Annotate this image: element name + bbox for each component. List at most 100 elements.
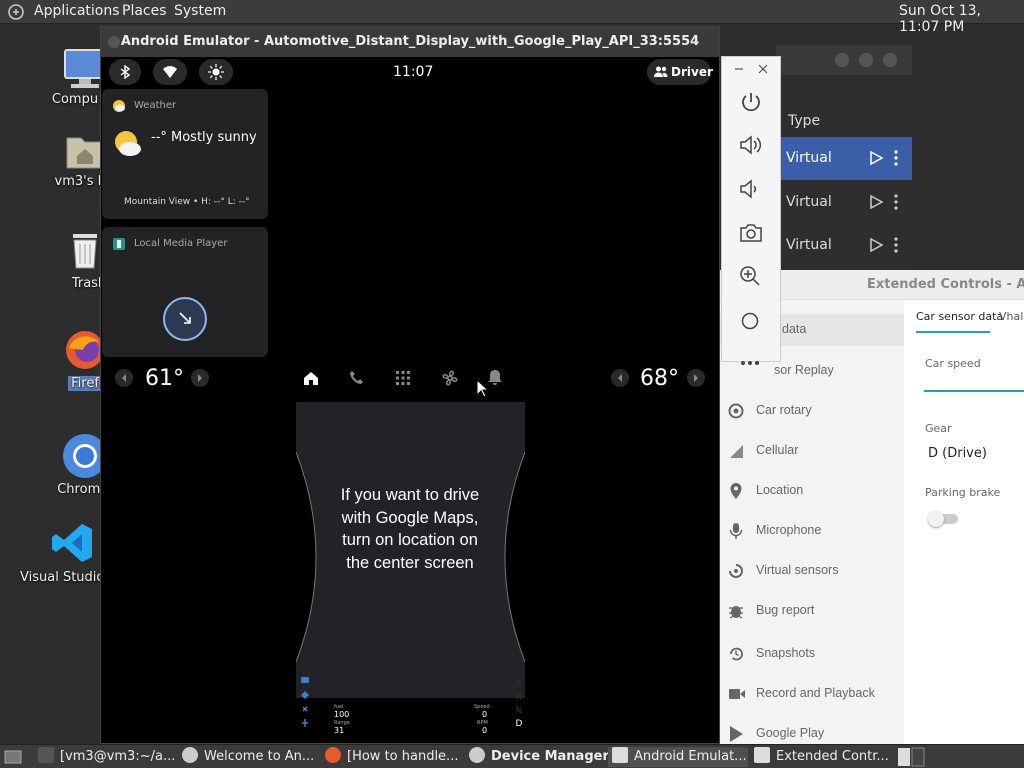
weather-card[interactable]: Weather --° Mostly sunny Mountain View •… bbox=[102, 89, 268, 219]
cellular-icon bbox=[730, 445, 743, 458]
home-circle-icon[interactable] bbox=[741, 312, 759, 330]
more-horiz-icon[interactable] bbox=[740, 360, 760, 366]
device-type-cell: Virtual bbox=[786, 194, 832, 210]
menu-system[interactable]: System bbox=[174, 3, 226, 19]
menu-applications[interactable]: Applications bbox=[34, 3, 120, 19]
tab-vhal[interactable]: Vhal p bbox=[999, 310, 1024, 323]
weather-location: Mountain View • H: --° L: --° bbox=[124, 197, 250, 207]
apps-grid-icon[interactable] bbox=[395, 370, 411, 386]
temp-decrease-right-icon[interactable] bbox=[611, 369, 629, 387]
nav-item-record-playback[interactable]: Record and Playback bbox=[720, 679, 904, 709]
task-android-emulator[interactable]: Android Emulat... bbox=[608, 747, 748, 767]
nav-item-cellular[interactable]: Cellular bbox=[720, 436, 904, 466]
car-speed-label: Car speed bbox=[925, 357, 981, 370]
device-row[interactable]: Virtual bbox=[776, 181, 912, 224]
nav-item-snapshots[interactable]: Snapshots bbox=[720, 639, 904, 669]
play-store-icon bbox=[730, 726, 743, 742]
people-icon bbox=[654, 66, 668, 77]
more-vert-icon[interactable] bbox=[892, 236, 900, 254]
history-icon bbox=[730, 647, 743, 661]
bluetooth-button[interactable] bbox=[109, 59, 141, 85]
device-row-selected[interactable]: Virtual bbox=[776, 137, 912, 180]
rotation-icon bbox=[729, 564, 743, 578]
media-header: Local Media Player bbox=[134, 238, 228, 249]
device-type-cell: Virtual bbox=[786, 237, 832, 253]
gear-indicator: P R N D bbox=[514, 679, 524, 731]
media-app-icon bbox=[113, 238, 125, 250]
device-row[interactable]: Virtual bbox=[776, 224, 912, 267]
nav-item-microphone[interactable]: Microphone bbox=[720, 516, 904, 546]
active-tab-indicator bbox=[916, 331, 990, 333]
toggle-thumb bbox=[928, 511, 944, 527]
temp-increase-right-icon[interactable] bbox=[687, 369, 705, 387]
mouse-cursor-icon bbox=[476, 379, 490, 398]
close-icon[interactable] bbox=[758, 64, 768, 74]
top-clock[interactable]: Sun Oct 13, 11:07 PM bbox=[899, 3, 1024, 35]
more-vert-icon[interactable] bbox=[892, 149, 900, 167]
parking-brake-toggle[interactable] bbox=[928, 511, 958, 527]
brightness-icon bbox=[208, 64, 224, 80]
app-menu-icon[interactable] bbox=[8, 4, 24, 20]
emulator-window: Android Emulator - Automotive_Distant_Di… bbox=[100, 26, 720, 744]
volume-down-icon[interactable] bbox=[739, 179, 763, 199]
emulator-title: Android Emulator - Automotive_Distant_Di… bbox=[120, 34, 700, 49]
android-studio-icon bbox=[469, 747, 485, 763]
rpm-value: 0 bbox=[482, 726, 488, 735]
partly-sunny-icon bbox=[115, 131, 141, 156]
task-extended-controls[interactable]: Extended Contr... bbox=[754, 747, 889, 767]
camera-icon[interactable] bbox=[739, 223, 763, 243]
play-icon[interactable] bbox=[868, 150, 884, 166]
driver-profile-button[interactable]: Driver bbox=[647, 59, 713, 85]
home-icon[interactable] bbox=[302, 369, 320, 387]
media-play-button[interactable] bbox=[163, 297, 207, 341]
task-terminal[interactable]: [vm3@vm3:~/a... bbox=[38, 747, 175, 767]
task-firefox[interactable]: [How to handle... bbox=[325, 747, 458, 767]
show-desktop-icon[interactable] bbox=[4, 748, 22, 766]
instrument-cluster: fuel 100 Range 31 Speed 0 RPM 0 P R N D bbox=[296, 673, 525, 743]
nav-item-label: Bug report bbox=[756, 603, 815, 617]
window-controls-icon[interactable] bbox=[834, 52, 906, 68]
extended-controls-title: Extended Controls - Autom bbox=[867, 277, 1024, 292]
play-icon[interactable] bbox=[868, 237, 884, 253]
device-manager-titlebar bbox=[776, 45, 912, 75]
emulator-icon bbox=[754, 747, 770, 763]
task-welcome[interactable]: Welcome to An... bbox=[182, 747, 314, 767]
nav-item-virtual-sensors[interactable]: Virtual sensors bbox=[720, 556, 904, 586]
minimize-icon[interactable] bbox=[734, 64, 744, 74]
extended-controls-content: Car sensor data Vhal p Car speed Gear D … bbox=[904, 300, 1024, 744]
gear-select[interactable]: D (Drive) bbox=[928, 446, 987, 461]
car-speed-input[interactable] bbox=[924, 390, 1024, 392]
task-label: Device Manager bbox=[491, 749, 609, 764]
wifi-button[interactable] bbox=[153, 59, 187, 85]
nav-item-location[interactable]: Location bbox=[720, 476, 904, 506]
emulator-titlebar: Android Emulator - Automotive_Distant_Di… bbox=[101, 27, 719, 57]
media-card[interactable]: Local Media Player bbox=[102, 227, 268, 357]
temp-decrease-left-icon[interactable] bbox=[115, 369, 133, 387]
phone-icon[interactable] bbox=[348, 369, 366, 387]
window-close-icon[interactable] bbox=[107, 35, 121, 49]
play-icon[interactable] bbox=[868, 194, 884, 210]
tab-car-sensor-data[interactable]: Car sensor data bbox=[916, 310, 1003, 323]
more-vert-icon[interactable] bbox=[892, 193, 900, 211]
zoom-icon[interactable] bbox=[739, 265, 761, 287]
task-label: [How to handle... bbox=[347, 749, 459, 764]
type-column-header[interactable]: Type bbox=[776, 113, 912, 135]
fan-icon[interactable] bbox=[441, 369, 459, 387]
maps-panel[interactable]: If you want to drive with Google Maps, t… bbox=[296, 402, 525, 698]
task-label: Extended Contr... bbox=[776, 749, 889, 764]
task-device-manager[interactable]: Device Manager bbox=[469, 747, 609, 767]
temp-left[interactable]: 61° bbox=[145, 366, 184, 391]
status-time: 11:07 bbox=[393, 64, 434, 80]
pointer-icon bbox=[179, 312, 191, 324]
nav-item-bug-report[interactable]: Bug report bbox=[720, 596, 904, 626]
menu-places[interactable]: Places bbox=[122, 3, 167, 19]
gear-label: Gear bbox=[925, 422, 952, 435]
temp-increase-left-icon[interactable] bbox=[191, 369, 209, 387]
nav-item-car-rotary[interactable]: Car rotary bbox=[720, 396, 904, 426]
volume-up-icon[interactable] bbox=[739, 135, 763, 155]
workspace-switcher-icon[interactable] bbox=[897, 747, 925, 767]
gear-letter-p: P bbox=[516, 680, 522, 690]
brightness-button[interactable] bbox=[199, 59, 233, 85]
power-icon[interactable] bbox=[740, 91, 762, 113]
temp-right[interactable]: 68° bbox=[640, 366, 679, 391]
